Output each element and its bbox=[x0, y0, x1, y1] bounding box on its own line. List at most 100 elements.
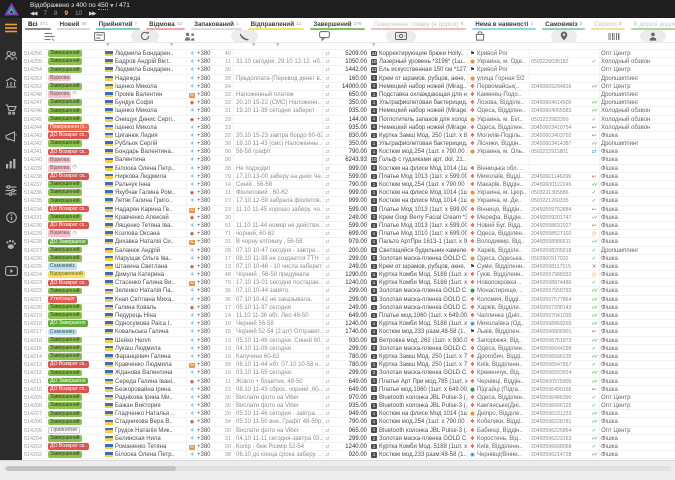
table-row[interactable]: 514235ЗавершенийЛетяк Галина Григо..✳+38… bbox=[22, 197, 675, 205]
tracking-number[interactable]: 20450596490166 bbox=[530, 386, 589, 393]
page-number[interactable]: 7 bbox=[43, 10, 47, 17]
status-badge[interactable]: Завершений bbox=[48, 451, 82, 458]
tracking-number[interactable]: 20450603403702 bbox=[530, 132, 589, 139]
column-products[interactable] bbox=[430, 31, 530, 41]
sidebar-item-settings[interactable] bbox=[4, 184, 18, 196]
client-phone[interactable]: +380 bbox=[197, 99, 220, 106]
table-row[interactable]: 514210ДО Возврат ск..Безкоровайна Ірина✳… bbox=[22, 386, 675, 394]
table-row[interactable]: 514226ЗавершенийМарущак Ольга Іва..✳+380… bbox=[22, 255, 675, 263]
column-manager[interactable] bbox=[630, 30, 675, 42]
page-number[interactable]: 10 bbox=[75, 10, 82, 17]
table-row[interactable]: 514222ЗавершенийЗеленко Наталія Па..✳+38… bbox=[22, 287, 675, 295]
tracking-number[interactable]: 20450598527102 bbox=[530, 230, 589, 237]
table-row[interactable]: 514241ДО Возврат ск..Бондарь Валентина..… bbox=[22, 148, 675, 156]
client-phone[interactable]: +380 bbox=[197, 173, 220, 180]
tracking-number[interactable]: 20450597041035 bbox=[530, 312, 589, 319]
tracking-number[interactable]: 20450605294816 bbox=[530, 83, 589, 90]
table-row[interactable]: 514209ЗавершенийРаднікова Ірина Ми..✳+38… bbox=[22, 394, 675, 402]
tracking-number[interactable]: 20450598874486 bbox=[530, 279, 589, 286]
column-orders[interactable] bbox=[22, 32, 77, 41]
client-phone[interactable]: +380 bbox=[197, 83, 220, 90]
table-row[interactable]: 514255ЗавершенийБадров Андрій Вікт..✳+38… bbox=[22, 58, 675, 66]
table-row[interactable]: 514244Повернення (з..Іщенко Микола✳+3803… bbox=[22, 124, 675, 132]
tracking-number[interactable]: 20450598869265 bbox=[530, 320, 589, 327]
client-phone[interactable]: +380 bbox=[197, 230, 220, 237]
client-phone[interactable]: +380 bbox=[197, 353, 220, 360]
table-row[interactable]: 514211ДО ЗавершеноСереда Галина Івані..◉… bbox=[22, 378, 675, 386]
tracking-number[interactable]: 20450596503924 bbox=[530, 369, 589, 376]
table-row[interactable]: 514252ЗавершенийІщенко Микола✳+38034⇄140… bbox=[22, 83, 675, 91]
tracking-number[interactable]: 20450598205618 bbox=[530, 247, 589, 254]
status-badge[interactable]: ДО Возврат ск.. bbox=[48, 206, 89, 213]
tracking-number[interactable]: 20450596214728 bbox=[530, 451, 589, 458]
tab[interactable]: Нема в наявності1 bbox=[469, 18, 539, 30]
table-row[interactable]: 514236ЗавершенийЯкубчак Галина Ром..◉+38… bbox=[22, 189, 675, 197]
tracking-number[interactable]: 0503221305886 bbox=[530, 189, 589, 196]
tab[interactable]: Прийнятий7 bbox=[93, 18, 144, 30]
filter-caret-icon[interactable]: ▼ bbox=[372, 43, 375, 48]
table-row[interactable]: 514229Відмова◷Козлова Оксана◉+38071чорни… bbox=[22, 230, 675, 238]
tracking-number[interactable] bbox=[530, 165, 589, 172]
client-phone[interactable]: +380 bbox=[197, 271, 220, 278]
sidebar-item-support[interactable] bbox=[4, 238, 18, 250]
status-badge[interactable]: ДО Завершено bbox=[48, 239, 88, 246]
client-phone[interactable]: +380 bbox=[197, 263, 220, 270]
client-phone[interactable]: +380 bbox=[197, 435, 220, 442]
sidebar-item-info[interactable] bbox=[4, 211, 18, 223]
client-phone[interactable]: +380 bbox=[197, 91, 220, 98]
sidebar-item-analytics[interactable] bbox=[4, 157, 18, 169]
client-phone[interactable]: +380 bbox=[197, 222, 220, 229]
status-badge[interactable]: ДО Возврат ск.. bbox=[48, 222, 89, 229]
client-phone[interactable]: +380 bbox=[197, 304, 220, 311]
status-badge[interactable]: Завершений bbox=[48, 99, 82, 106]
client-phone[interactable]: +380 bbox=[197, 410, 220, 417]
status-badge[interactable]: Завершений bbox=[48, 181, 82, 188]
tracking-number[interactable]: 20450596751973 bbox=[530, 337, 589, 344]
tab[interactable]: Сервіси0 bbox=[588, 18, 627, 30]
status-badge[interactable]: Завершений bbox=[48, 83, 82, 90]
table-row[interactable]: 514216ЗавершенийШейко Неллі✳+3801305.10 … bbox=[22, 337, 675, 345]
tracking-number[interactable]: 20450596486390 bbox=[530, 394, 589, 401]
status-badge[interactable]: Завершений bbox=[48, 247, 82, 254]
status-badge[interactable]: Завершений bbox=[48, 189, 82, 196]
tracking-number[interactable]: 20450599201747 bbox=[530, 214, 589, 221]
table-row[interactable]: 514253ВідмоваНадежда✳+38039Предоплата (П… bbox=[22, 75, 675, 83]
client-phone[interactable]: +380 bbox=[197, 443, 220, 450]
client-phone[interactable]: +380 bbox=[197, 427, 220, 434]
table-row[interactable]: 514215ЗавершенийЛукаш Людмила✳+3801304.1… bbox=[22, 345, 675, 353]
tab[interactable]: Відправлений12 bbox=[245, 18, 308, 30]
table-row[interactable]: 514214ЗавершенийФаранцевич Галина✳+38019… bbox=[22, 353, 675, 361]
client-phone[interactable]: +380 bbox=[197, 378, 220, 385]
client-phone[interactable]: +380 bbox=[197, 345, 220, 352]
tracking-number[interactable]: 20450601146299 bbox=[530, 173, 589, 180]
tab[interactable]: В дорозі додому0 bbox=[628, 18, 675, 30]
table-row[interactable]: 514212ЗавершенийЖданова Валентина✳+38019… bbox=[22, 369, 675, 377]
client-phone[interactable]: +380 bbox=[197, 116, 220, 123]
tracking-number[interactable]: 20450600122245 bbox=[530, 181, 589, 188]
client-phone[interactable]: +380 bbox=[197, 50, 220, 57]
filter-caret-icon[interactable]: ▼ bbox=[170, 43, 173, 48]
client-phone[interactable]: +380 bbox=[197, 279, 220, 286]
status-badge[interactable]: Повернення (з.. bbox=[48, 124, 89, 131]
client-phone[interactable]: +380 bbox=[197, 337, 220, 344]
client-phone[interactable]: +380 bbox=[197, 287, 220, 294]
table-row[interactable]: 514256ЗавершенийЛюдмила Бондарен..✳+3804… bbox=[22, 50, 675, 58]
client-phone[interactable]: +380 bbox=[197, 206, 220, 213]
filter-caret-icon[interactable]: ▼ bbox=[106, 43, 109, 48]
status-badge[interactable]: Завершений bbox=[48, 345, 82, 352]
sidebar-item-clients[interactable] bbox=[4, 49, 18, 61]
tracking-number[interactable]: 20450596547857 bbox=[530, 361, 589, 368]
tab[interactable]: Самовивіз3 bbox=[539, 18, 588, 30]
table-row[interactable]: 514207ЗавершенийГладченко Наталья ..✳+38… bbox=[22, 410, 675, 418]
status-badge[interactable]: ДО Завершено bbox=[48, 320, 88, 327]
column-delivery[interactable] bbox=[530, 30, 598, 43]
status-badge[interactable]: Завершений bbox=[48, 402, 82, 409]
table-row[interactable]: 514218ДО ЗавершеноОдносумова Раіса І..✳+… bbox=[22, 320, 675, 328]
status-badge[interactable]: Відправлений bbox=[48, 271, 85, 278]
table-row[interactable]: 514245ЗавершенийОнищук Денис Сергі..◉+38… bbox=[22, 116, 675, 124]
tracking-number[interactable]: 0503223983350 bbox=[530, 116, 589, 123]
status-badge[interactable]: Завершений bbox=[48, 198, 82, 205]
table-row[interactable]: 514242ЗавершенийРубльок Сергій✳+3803019.… bbox=[22, 140, 675, 148]
status-badge[interactable]: ДО Возврат ск.. bbox=[48, 443, 89, 450]
table-row[interactable]: 514208ЗавершенийБажан Виктория✳+38030Вис… bbox=[22, 402, 675, 410]
